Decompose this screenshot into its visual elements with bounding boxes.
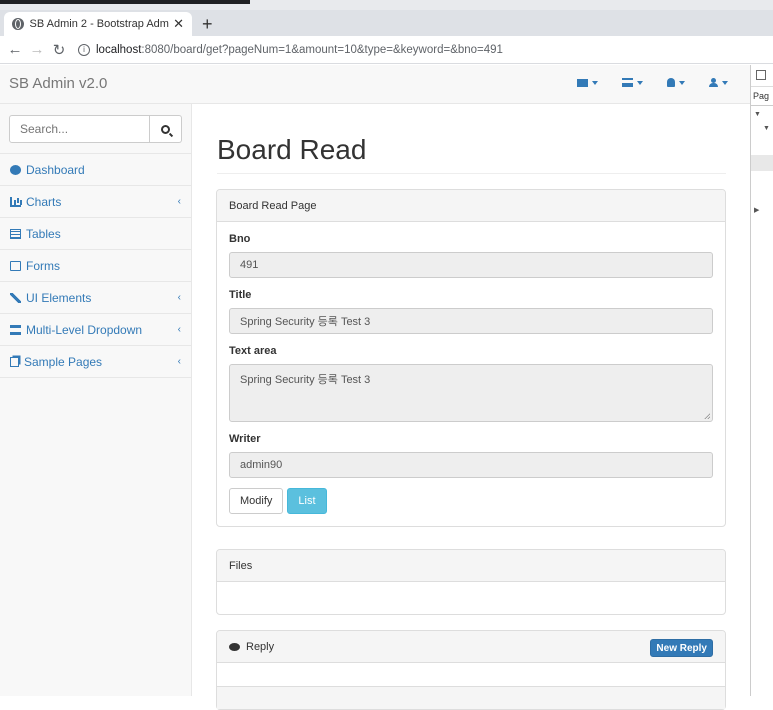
devtools-selected-node[interactable] xyxy=(751,155,773,171)
sidebar-item-sample-pages[interactable]: Sample Pages ‹ xyxy=(0,346,191,378)
top-navbar: SB Admin v2.0 xyxy=(0,65,750,104)
messages-dropdown[interactable] xyxy=(577,78,598,87)
resize-handle-icon[interactable] xyxy=(704,413,710,419)
sidebar: Dashboard Charts ‹ Tables Forms UI Eleme… xyxy=(0,104,192,696)
sidebar-item-label: Tables xyxy=(26,226,61,241)
modify-button[interactable]: Modify xyxy=(229,488,284,514)
title-field[interactable]: Spring Security 등록 Test 3 xyxy=(229,308,713,334)
devtools-tab[interactable]: Pag xyxy=(753,91,769,101)
main-content: Board Read Board Read Page Bno 491 Title… xyxy=(192,104,750,710)
browser-tab[interactable]: SB Admin 2 - Bootstrap Admin ✕ xyxy=(4,12,192,36)
bno-field[interactable]: 491 xyxy=(229,252,713,278)
address-bar: ← → ↻ i localhost:8080/board/get?pageNum… xyxy=(0,36,773,64)
content-text: Spring Security 등록 Test 3 xyxy=(240,374,371,386)
site-info-icon[interactable]: i xyxy=(78,43,90,56)
writer-label: Writer xyxy=(229,433,261,445)
element-picker-icon[interactable] xyxy=(756,70,766,80)
taskbar-edge xyxy=(0,0,250,4)
new-tab-icon[interactable]: + xyxy=(202,14,213,35)
tasks-dropdown[interactable] xyxy=(622,78,643,87)
caret-down-icon xyxy=(592,80,598,85)
os-menu-strip xyxy=(0,0,773,10)
list-button[interactable]: List xyxy=(287,488,327,514)
caret-down-icon xyxy=(722,80,728,85)
writer-field[interactable]: admin90 xyxy=(229,452,713,478)
forward-icon[interactable]: → xyxy=(26,41,48,58)
sidebar-item-label: Dashboard xyxy=(26,162,85,177)
dashboard-icon xyxy=(10,164,21,175)
edit-icon xyxy=(10,260,21,271)
sidebar-item-label: Multi-Level Dropdown xyxy=(26,322,143,337)
user-icon xyxy=(709,78,718,87)
sidebar-search xyxy=(0,104,191,154)
sidebar-item-ui-elements[interactable]: UI Elements ‹ xyxy=(0,282,191,314)
back-icon[interactable]: ← xyxy=(4,41,26,58)
button-row: Modify List xyxy=(229,488,713,514)
url-host: localhost xyxy=(96,43,142,56)
content-label: Text area xyxy=(229,345,277,357)
content-textarea[interactable]: Spring Security 등록 Test 3 xyxy=(229,364,713,422)
search-icon xyxy=(161,124,170,134)
alerts-dropdown[interactable] xyxy=(667,78,685,87)
sidebar-item-tables[interactable]: Tables xyxy=(0,218,191,250)
devtools-divider xyxy=(751,105,773,106)
sidebar-item-label: Forms xyxy=(26,258,60,273)
panel-heading: Reply New Reply xyxy=(217,631,725,663)
devtools-panel: Pag ▼ ▼ ▶ xyxy=(750,65,773,696)
reply-heading: Reply xyxy=(246,640,275,653)
sidebar-item-dashboard[interactable]: Dashboard xyxy=(0,154,191,186)
files-panel: Files xyxy=(216,549,726,615)
reply-panel: Reply New Reply xyxy=(216,630,726,710)
bar-chart-icon xyxy=(10,196,21,207)
caret-down-icon xyxy=(637,80,643,85)
panel-body: Bno 491 Title Spring Security 등록 Test 3 … xyxy=(217,222,725,526)
sidebar-item-charts[interactable]: Charts ‹ xyxy=(0,186,191,218)
navbar-icons xyxy=(577,78,728,87)
chevron-left-icon: ‹ xyxy=(177,356,181,367)
reply-list xyxy=(217,663,725,687)
browser-tab-bar: SB Admin 2 - Bootstrap Admin ✕ + xyxy=(0,10,773,36)
panel-heading: Board Read Page xyxy=(217,190,725,222)
comment-icon xyxy=(229,642,240,651)
sidebar-item-multi-level-dropdown[interactable]: Multi-Level Dropdown ‹ xyxy=(0,314,191,346)
reload-icon[interactable]: ↻ xyxy=(48,41,70,59)
globe-icon xyxy=(12,18,24,30)
search-input[interactable] xyxy=(9,115,150,143)
panel-heading: Files xyxy=(217,550,725,582)
page-title: Board Read xyxy=(217,134,367,165)
table-icon xyxy=(10,228,21,239)
sidebar-item-label: UI Elements xyxy=(26,290,92,305)
user-dropdown[interactable] xyxy=(709,78,728,87)
bell-icon xyxy=(667,78,675,87)
sitemap-icon xyxy=(10,324,21,335)
sidebar-item-forms[interactable]: Forms xyxy=(0,250,191,282)
browser-tab-title: SB Admin 2 - Bootstrap Admin xyxy=(29,18,170,30)
divider xyxy=(217,173,726,174)
board-read-panel: Board Read Page Bno 491 Title Spring Sec… xyxy=(216,189,726,527)
sidebar-item-label: Sample Pages xyxy=(24,354,103,369)
expand-arrow-icon[interactable]: ▼ xyxy=(754,111,761,118)
caret-down-icon xyxy=(679,80,685,85)
files-icon xyxy=(10,356,19,367)
envelope-icon xyxy=(577,78,588,87)
tasks-icon xyxy=(622,78,633,87)
sidebar-item-label: Charts xyxy=(26,194,62,209)
chevron-left-icon: ‹ xyxy=(177,196,181,207)
search-button[interactable] xyxy=(150,115,182,143)
title-label: Title xyxy=(229,289,252,301)
reply-footer xyxy=(217,687,725,709)
collapse-arrow-icon[interactable]: ▶ xyxy=(754,206,759,214)
chevron-left-icon: ‹ xyxy=(177,324,181,335)
new-reply-button[interactable]: New Reply xyxy=(650,639,713,657)
wrench-icon xyxy=(10,292,21,303)
url-field[interactable]: i localhost:8080/board/get?pageNum=1&amo… xyxy=(78,43,503,56)
chevron-left-icon: ‹ xyxy=(177,292,181,303)
url-path: :8080/board/get?pageNum=1&amount=10&type… xyxy=(141,43,503,56)
bno-label: Bno xyxy=(229,233,251,245)
close-tab-icon[interactable]: ✕ xyxy=(173,16,184,32)
expand-arrow-icon[interactable]: ▼ xyxy=(763,125,770,132)
navbar-brand[interactable]: SB Admin v2.0 xyxy=(9,75,107,92)
